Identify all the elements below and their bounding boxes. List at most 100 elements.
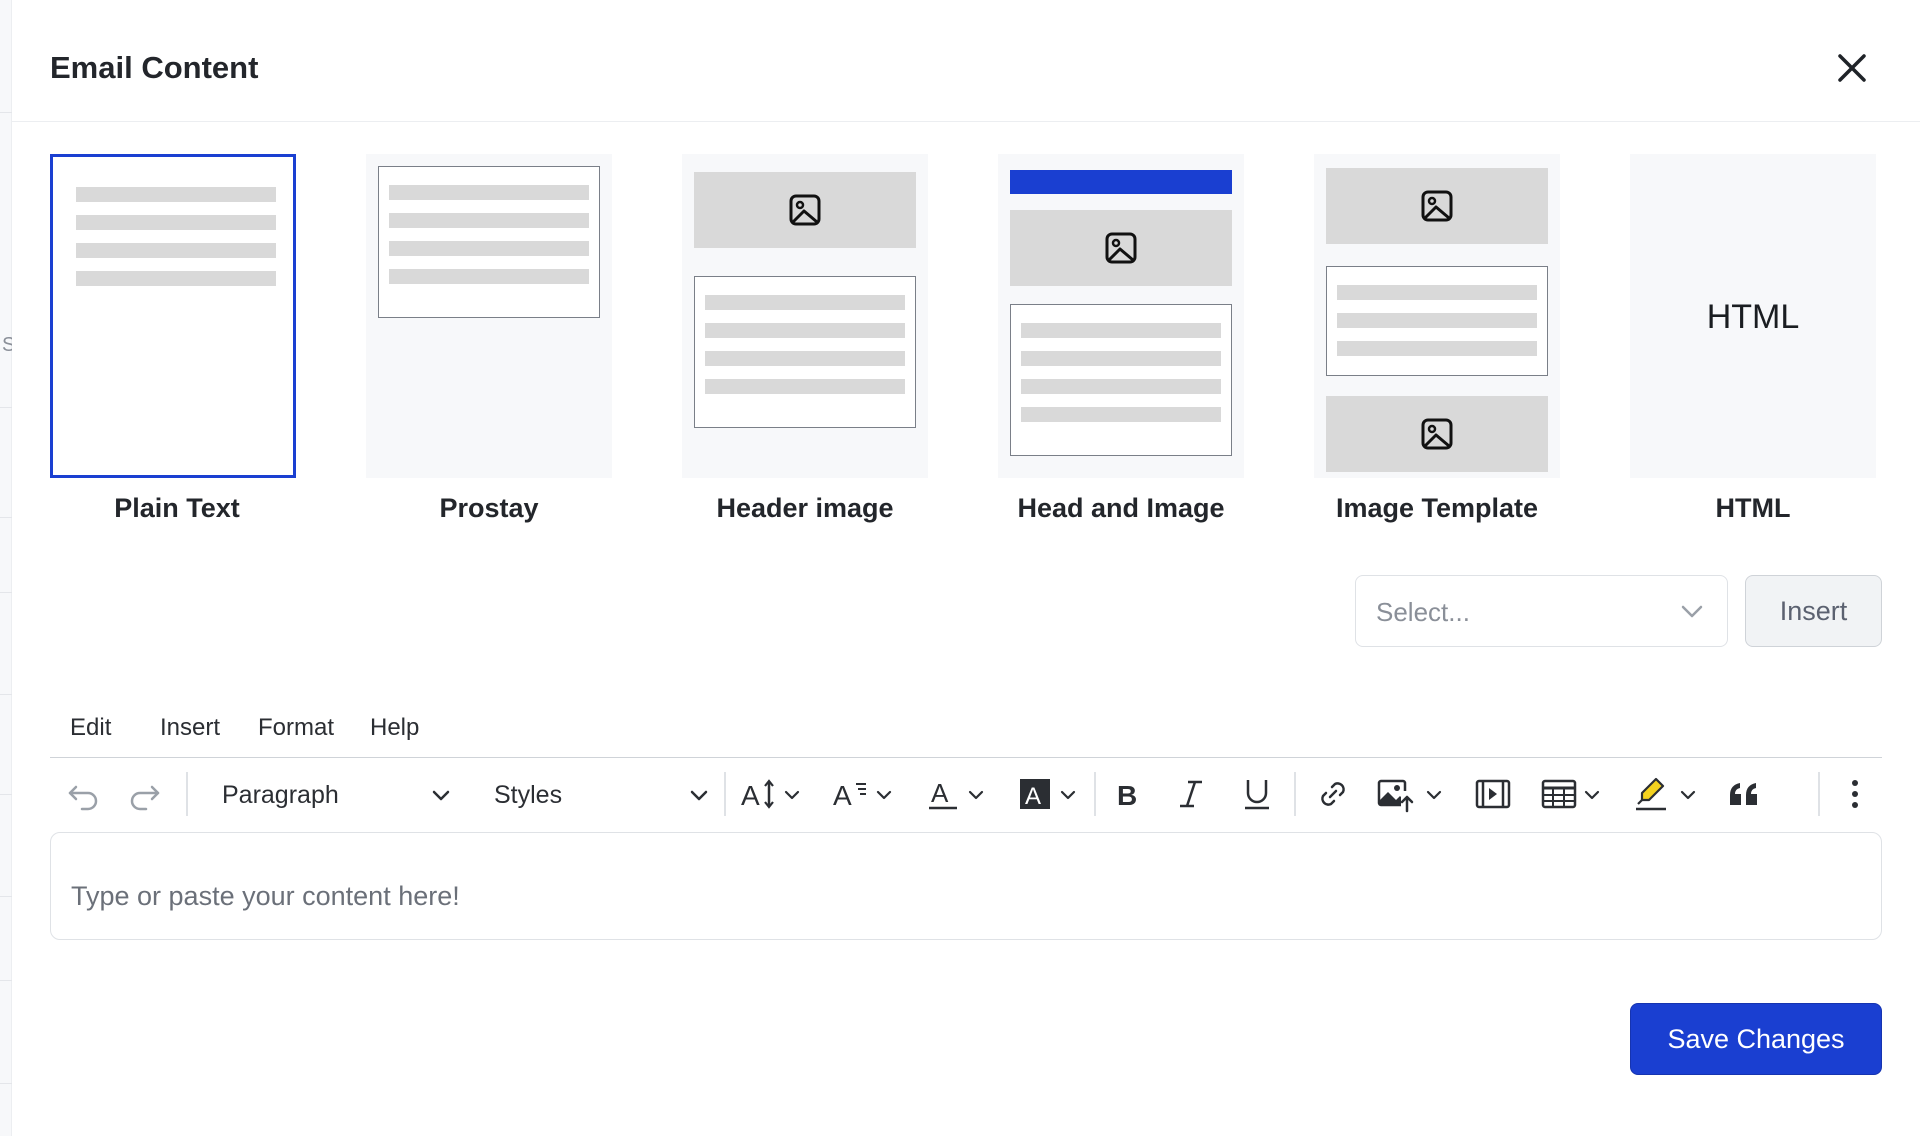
template-label-plain-text: Plain Text — [114, 493, 240, 523]
background-divider — [0, 407, 12, 408]
editor-content-area[interactable]: Type or paste your content here! — [50, 832, 1882, 940]
toolbar-divider — [1094, 772, 1096, 816]
insert-image-icon[interactable] — [1376, 775, 1414, 813]
font-family-icon[interactable]: A — [832, 775, 870, 813]
template-label-image-template: Image Template — [1335, 493, 1539, 523]
insert-button[interactable]: Insert — [1745, 575, 1882, 647]
chevron-down-icon[interactable] — [874, 785, 894, 805]
close-icon — [1838, 54, 1866, 82]
more-options-icon[interactable] — [1836, 775, 1874, 813]
chevron-down-icon[interactable] — [782, 785, 802, 805]
text-box-placeholder — [1326, 266, 1548, 376]
image-icon — [1421, 418, 1453, 450]
chevron-down-icon[interactable] — [1424, 785, 1444, 805]
image-placeholder — [694, 172, 916, 248]
text-line-placeholder — [1337, 341, 1537, 356]
font-color-icon[interactable]: A — [924, 775, 962, 813]
blockquote-icon[interactable] — [1726, 775, 1764, 813]
chevron-down-icon[interactable] — [966, 785, 986, 805]
text-line-placeholder — [389, 269, 589, 284]
undo-icon[interactable] — [64, 775, 102, 813]
svg-text:A: A — [1025, 783, 1041, 810]
editor-placeholder: Type or paste your content here! — [71, 881, 460, 911]
menu-format[interactable]: Format — [258, 714, 334, 742]
text-box-placeholder — [1010, 304, 1232, 456]
italic-icon[interactable] — [1172, 775, 1210, 813]
styles-value: Styles — [494, 781, 563, 809]
underline-icon[interactable] — [1238, 775, 1276, 813]
block-format-dropdown[interactable]: Paragraph — [222, 772, 452, 816]
svg-text:A: A — [741, 780, 760, 811]
link-icon[interactable] — [1314, 775, 1352, 813]
image-icon — [1421, 190, 1453, 222]
text-line-placeholder — [389, 213, 589, 228]
text-line-placeholder — [1337, 313, 1537, 328]
template-card-image-template[interactable] — [1314, 154, 1560, 478]
styles-dropdown[interactable]: Styles — [494, 772, 710, 816]
chevron-down-icon[interactable] — [1678, 785, 1698, 805]
template-select-placeholder: Select... — [1376, 597, 1470, 627]
background-divider — [0, 112, 12, 113]
text-line-placeholder — [705, 295, 905, 310]
chevron-down-icon[interactable] — [1058, 785, 1078, 805]
editor-menubar: Edit Insert Format Help — [50, 700, 1882, 758]
toolbar-divider — [724, 772, 726, 816]
text-line-placeholder — [1021, 351, 1221, 366]
font-size-icon[interactable]: A — [740, 775, 778, 813]
modal-header: Email Content — [12, 0, 1920, 122]
header-bar-placeholder — [1010, 170, 1232, 194]
background-divider — [0, 694, 12, 695]
text-line-placeholder — [705, 379, 905, 394]
chevron-down-icon[interactable] — [1582, 785, 1602, 805]
template-label-header-image: Header image — [716, 493, 894, 523]
editor-toolbar: Paragraph Styles A A A A B — [50, 760, 1882, 830]
text-line-placeholder — [1021, 379, 1221, 394]
template-select[interactable]: Select... — [1355, 575, 1728, 647]
bold-icon[interactable]: B — [1108, 775, 1146, 813]
text-line-placeholder — [389, 185, 589, 200]
image-placeholder — [1326, 168, 1548, 244]
text-line-placeholder — [705, 323, 905, 338]
table-icon[interactable] — [1540, 775, 1578, 813]
html-preview-text: HTML — [1706, 298, 1800, 336]
chevron-down-icon — [432, 790, 450, 801]
block-format-value: Paragraph — [222, 781, 339, 809]
save-changes-button[interactable]: Save Changes — [1630, 1003, 1882, 1075]
template-card-head-and-image[interactable] — [998, 154, 1244, 478]
template-card-html[interactable]: HTML — [1630, 154, 1876, 478]
menu-help[interactable]: Help — [370, 714, 419, 742]
background-divider — [0, 1083, 12, 1084]
text-box-placeholder — [378, 166, 600, 318]
text-line-placeholder — [1021, 323, 1221, 338]
modal-title: Email Content — [50, 50, 259, 85]
background-divider — [0, 980, 12, 981]
image-placeholder — [1326, 396, 1548, 472]
background-page-edge — [0, 0, 12, 1136]
template-label-html: HTML — [1715, 493, 1791, 523]
menu-insert[interactable]: Insert — [160, 714, 220, 742]
text-line-placeholder — [1021, 407, 1221, 422]
text-line-placeholder — [76, 243, 276, 258]
chevron-down-icon — [690, 790, 708, 801]
image-icon — [789, 194, 821, 226]
text-line-placeholder — [705, 351, 905, 366]
text-box-placeholder — [694, 276, 916, 428]
toolbar-divider — [186, 772, 188, 816]
template-card-plain-text[interactable] — [50, 154, 296, 478]
image-icon — [1105, 232, 1137, 264]
background-divider — [0, 592, 12, 593]
template-card-header-image[interactable] — [682, 154, 928, 478]
template-label-head-and-image: Head and Image — [1017, 493, 1225, 523]
menu-edit[interactable]: Edit — [70, 714, 111, 742]
chevron-down-icon — [1681, 605, 1703, 618]
insert-media-icon[interactable] — [1474, 775, 1512, 813]
redo-icon[interactable] — [126, 775, 164, 813]
background-divider — [0, 517, 12, 518]
highlight-icon[interactable] — [1632, 775, 1670, 813]
toolbar-divider — [1294, 772, 1296, 816]
svg-text:A: A — [931, 778, 949, 808]
close-button[interactable] — [1832, 48, 1872, 88]
svg-text:B: B — [1117, 780, 1137, 811]
background-color-icon[interactable]: A — [1016, 775, 1054, 813]
template-card-prostay[interactable] — [366, 154, 612, 478]
